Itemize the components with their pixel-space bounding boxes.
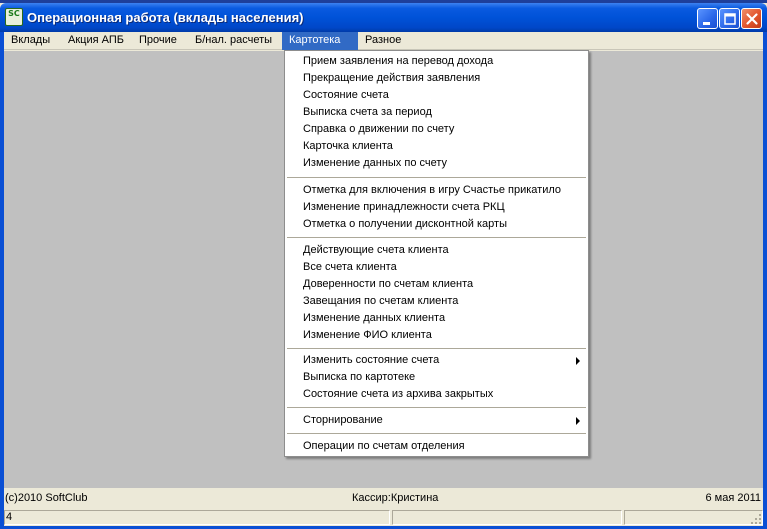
menu-beznal-raschety[interactable]: Б/нал. расчеты xyxy=(188,32,282,50)
menu-item-label: Завещания по счетам клиента xyxy=(303,295,459,307)
menu-item-label: Операции по счетам отделения xyxy=(303,440,465,452)
menu-item-izmenenie-dannyh-klienta[interactable]: Изменение данных клиента xyxy=(285,310,588,327)
menu-prochie[interactable]: Прочие xyxy=(132,32,188,50)
minimize-icon xyxy=(703,22,710,25)
maximize-icon xyxy=(724,13,736,25)
menu-item-izmenenie-dannyh-scheta[interactable]: Изменение данных по счету xyxy=(285,155,588,172)
menu-item-deystvuyuschie-scheta[interactable]: Действующие счета клиента xyxy=(285,242,588,259)
menu-item-sostoyanie-scheta[interactable]: Состояние счета xyxy=(285,87,588,104)
menu-item-arhiv-zakrytyh[interactable]: Состояние счета из архива закрытых xyxy=(285,386,588,403)
menu-item-label: Изменить состояние счета xyxy=(303,354,440,366)
title-bar[interactable]: SC Операционная работа (вклады населения… xyxy=(0,3,767,32)
menu-separator xyxy=(287,237,586,239)
close-icon xyxy=(746,13,758,25)
status-panel-1: 4 xyxy=(4,510,390,525)
submenu-arrow-icon xyxy=(576,357,580,365)
menu-item-prekraschenie-zayavleniya[interactable]: Прекращение действия заявления xyxy=(285,70,588,87)
menu-item-label: Отметка о получении дисконтной карты xyxy=(303,218,507,230)
menu-item-label: Отметка для включения в игру Счастье при… xyxy=(303,184,562,196)
maximize-button[interactable] xyxy=(719,8,740,29)
cashier-text: Кассир:Кристина xyxy=(352,492,439,504)
menu-item-vypiska-za-period[interactable]: Выписка счета за период xyxy=(285,104,588,121)
menu-item-label: Состояние счета xyxy=(303,89,389,101)
menu-item-kartochka-klienta[interactable]: Карточка клиента xyxy=(285,138,588,155)
menu-item-label: Прекращение действия заявления xyxy=(303,72,481,84)
close-button[interactable] xyxy=(741,8,762,29)
menu-item-label: Изменение ФИО клиента xyxy=(303,329,432,341)
menu-separator xyxy=(287,177,586,179)
menu-raznoe[interactable]: Разное xyxy=(358,32,406,50)
menu-item-otmetka-igra[interactable]: Отметка для включения в игру Счастье при… xyxy=(285,182,588,199)
menu-item-label: Состояние счета из архива закрытых xyxy=(303,388,494,400)
menu-item-label: Изменение данных по счету xyxy=(303,157,448,169)
menu-item-prinadlezhnost-rkc[interactable]: Изменение принадлежности счета РКЦ xyxy=(285,199,588,216)
menu-item-label: Выписка по картотеке xyxy=(303,371,416,383)
info-bar: (c)2010 SoftClub Кассир:Кристина 6 мая 2… xyxy=(4,488,763,508)
menu-item-zaveschaniya[interactable]: Завещания по счетам клиента xyxy=(285,293,588,310)
menu-separator xyxy=(287,348,586,350)
status-panel-3 xyxy=(624,510,763,525)
window-frame-right xyxy=(763,32,767,529)
menu-item-label: Изменение принадлежности счета РКЦ xyxy=(303,201,505,213)
menu-separator xyxy=(287,407,586,409)
menu-kartoteka[interactable]: Картотека xyxy=(282,32,358,50)
menu-item-label: Карточка клиента xyxy=(303,140,393,152)
menu-vklady[interactable]: Вклады xyxy=(4,32,61,50)
date-text: 6 мая 2011 xyxy=(705,492,761,504)
menu-item-label: Прием заявления на перевод дохода xyxy=(303,55,494,67)
status-panel-2 xyxy=(392,510,622,525)
minimize-button[interactable] xyxy=(697,8,718,29)
menu-item-label: Все счета клиента xyxy=(303,261,397,273)
copyright-text: (c)2010 SoftClub xyxy=(5,492,88,504)
kartoteka-dropdown-menu: Прием заявления на перевод дохода Прекра… xyxy=(284,50,589,457)
menu-item-spravka-o-dvizhenii[interactable]: Справка о движении по счету xyxy=(285,121,588,138)
menu-item-diskontnaya-karta[interactable]: Отметка о получении дисконтной карты xyxy=(285,216,588,233)
menu-item-label: Действующие счета клиента xyxy=(303,244,449,256)
menu-item-label: Изменение данных клиента xyxy=(303,312,446,324)
menu-item-izmenenie-fio[interactable]: Изменение ФИО клиента xyxy=(285,327,588,344)
menu-item-izmenit-sostoyanie[interactable]: Изменить состояние счета xyxy=(285,352,588,369)
resize-grip-icon[interactable] xyxy=(750,513,762,525)
window-title: Операционная работа (вклады населения) xyxy=(27,10,304,25)
menu-item-priem-zayavleniya[interactable]: Прием заявления на перевод дохода xyxy=(285,53,588,70)
status-bar: 4 xyxy=(4,509,763,526)
menu-item-doverennosti[interactable]: Доверенности по счетам клиента xyxy=(285,276,588,293)
menu-bar: Вклады Акция АПБ Прочие Б/нал. расчеты К… xyxy=(4,32,763,50)
menu-item-label: Выписка счета за период xyxy=(303,106,432,118)
menu-separator xyxy=(287,433,586,435)
menu-item-operacii-otdeleniya[interactable]: Операции по счетам отделения xyxy=(285,438,588,455)
menu-item-label: Справка о движении по счету xyxy=(303,123,455,135)
menu-item-label: Сторнирование xyxy=(303,414,383,426)
submenu-arrow-icon xyxy=(576,417,580,425)
app-icon[interactable]: SC xyxy=(5,8,23,26)
menu-item-stornirovanie[interactable]: Сторнирование xyxy=(285,412,588,429)
menu-item-vypiska-po-kartoteke[interactable]: Выписка по картотеке xyxy=(285,369,588,386)
menu-item-vse-scheta[interactable]: Все счета клиента xyxy=(285,259,588,276)
menu-item-label: Доверенности по счетам клиента xyxy=(303,278,474,290)
menu-akciya-apb[interactable]: Акция АПБ xyxy=(61,32,132,50)
